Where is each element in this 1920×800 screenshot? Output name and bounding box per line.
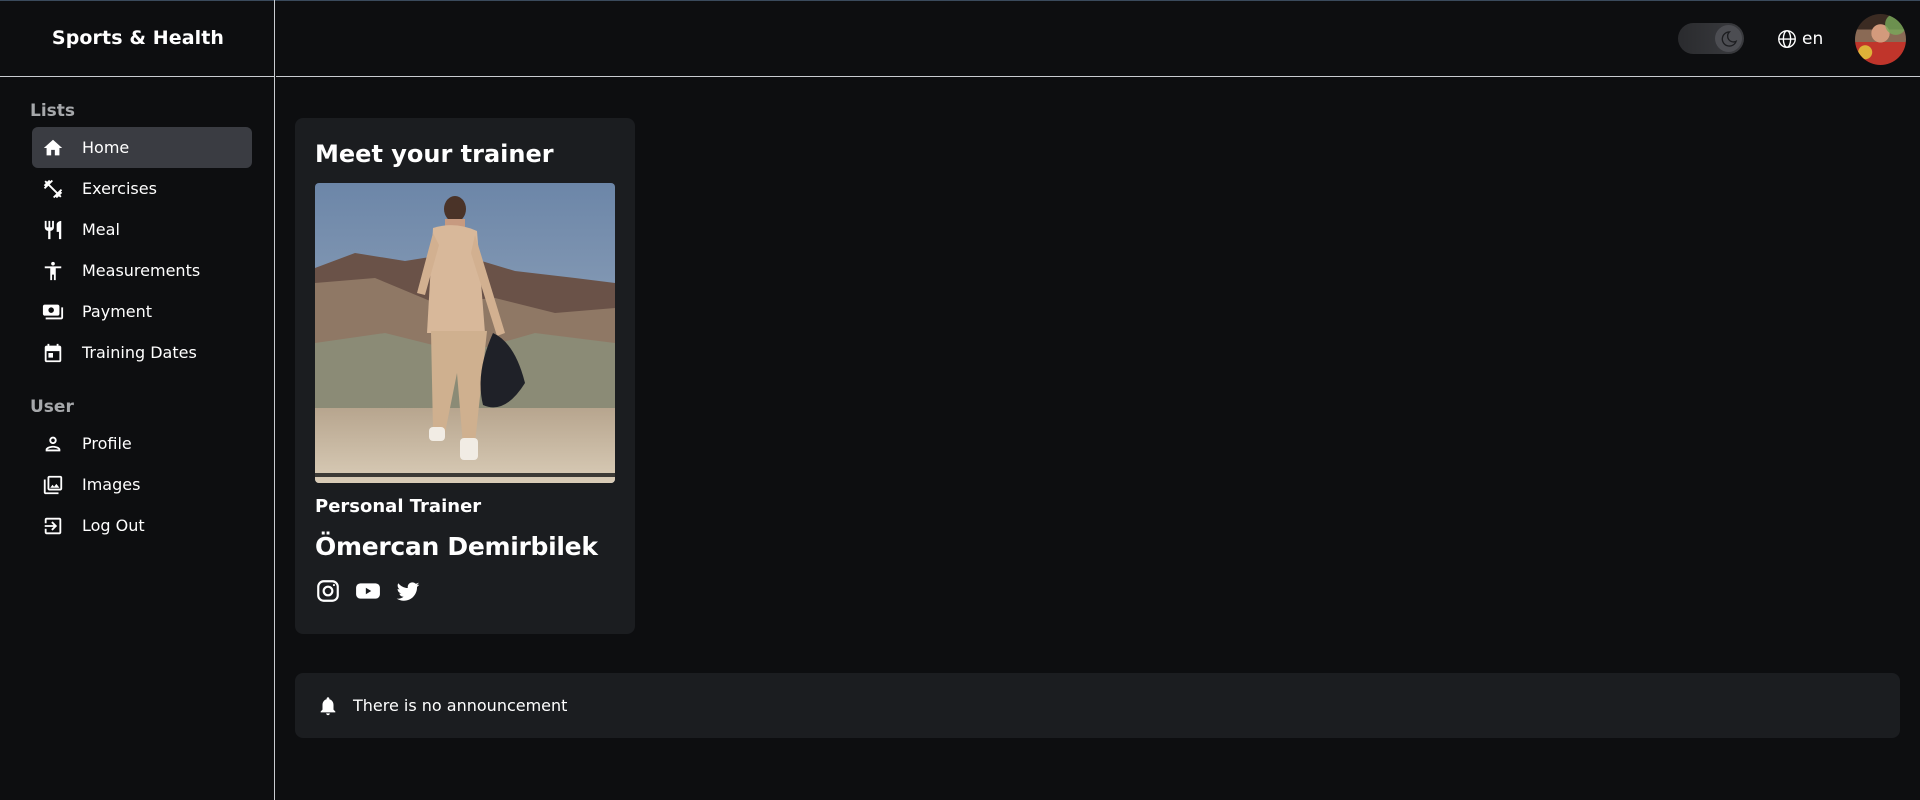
sidebar: Sports & Health Lists Home Exercises Mea… bbox=[0, 0, 275, 800]
twitter-icon[interactable] bbox=[395, 578, 421, 604]
avatar[interactable] bbox=[1855, 14, 1906, 65]
instagram-icon[interactable] bbox=[315, 578, 341, 604]
globe-icon bbox=[1778, 30, 1796, 48]
trainer-card: Meet your trainer Personal Trainer Ömerc… bbox=[295, 118, 635, 634]
user-icon bbox=[41, 432, 65, 456]
language-selector[interactable]: en bbox=[1776, 26, 1823, 52]
sidebar-item-label: Home bbox=[82, 138, 130, 157]
trainer-role: Personal Trainer bbox=[315, 496, 482, 517]
sidebar-item-meal[interactable]: Meal bbox=[32, 209, 252, 250]
home-icon bbox=[41, 136, 65, 160]
section-title-lists: Lists bbox=[30, 101, 76, 121]
images-icon bbox=[41, 473, 65, 497]
calendar-icon bbox=[41, 341, 65, 365]
language-label: en bbox=[1802, 29, 1824, 49]
payment-icon bbox=[41, 300, 65, 324]
sidebar-item-label: Training Dates bbox=[82, 343, 197, 362]
top-header bbox=[276, 0, 1920, 77]
bell-icon bbox=[320, 696, 336, 715]
sidebar-item-exercises[interactable]: Exercises bbox=[32, 168, 252, 209]
dumbbell-icon bbox=[41, 177, 65, 201]
sidebar-item-home[interactable]: Home bbox=[32, 127, 252, 168]
announcement-text: There is no announcement bbox=[353, 696, 568, 715]
sidebar-item-label: Payment bbox=[82, 302, 153, 321]
sidebar-item-label: Images bbox=[82, 475, 141, 494]
sidebar-item-training-dates[interactable]: Training Dates bbox=[32, 332, 252, 373]
trainer-name: Ömercan Demirbilek bbox=[315, 532, 598, 561]
youtube-icon[interactable] bbox=[355, 578, 381, 604]
sidebar-item-logout[interactable]: Log Out bbox=[32, 505, 252, 546]
sidebar-item-label: Profile bbox=[82, 434, 132, 453]
social-links bbox=[315, 578, 421, 604]
app-title: Sports & Health bbox=[0, 0, 274, 77]
theme-toggle[interactable] bbox=[1678, 23, 1744, 54]
trainer-photo bbox=[315, 183, 615, 483]
sidebar-item-label: Log Out bbox=[82, 516, 145, 535]
sidebar-item-label: Exercises bbox=[82, 179, 157, 198]
moon-icon bbox=[1715, 25, 1742, 52]
logout-icon bbox=[41, 514, 65, 538]
section-title-user: User bbox=[30, 397, 74, 417]
announcement-bar: There is no announcement bbox=[295, 673, 1900, 738]
card-title: Meet your trainer bbox=[315, 140, 554, 168]
person-icon bbox=[41, 259, 65, 283]
sidebar-item-payment[interactable]: Payment bbox=[32, 291, 252, 332]
utensils-icon bbox=[41, 218, 65, 242]
sidebar-item-profile[interactable]: Profile bbox=[32, 423, 252, 464]
sidebar-item-measurements[interactable]: Measurements bbox=[32, 250, 252, 291]
sidebar-item-label: Meal bbox=[82, 220, 120, 239]
sidebar-item-images[interactable]: Images bbox=[32, 464, 252, 505]
sidebar-item-label: Measurements bbox=[82, 261, 201, 280]
